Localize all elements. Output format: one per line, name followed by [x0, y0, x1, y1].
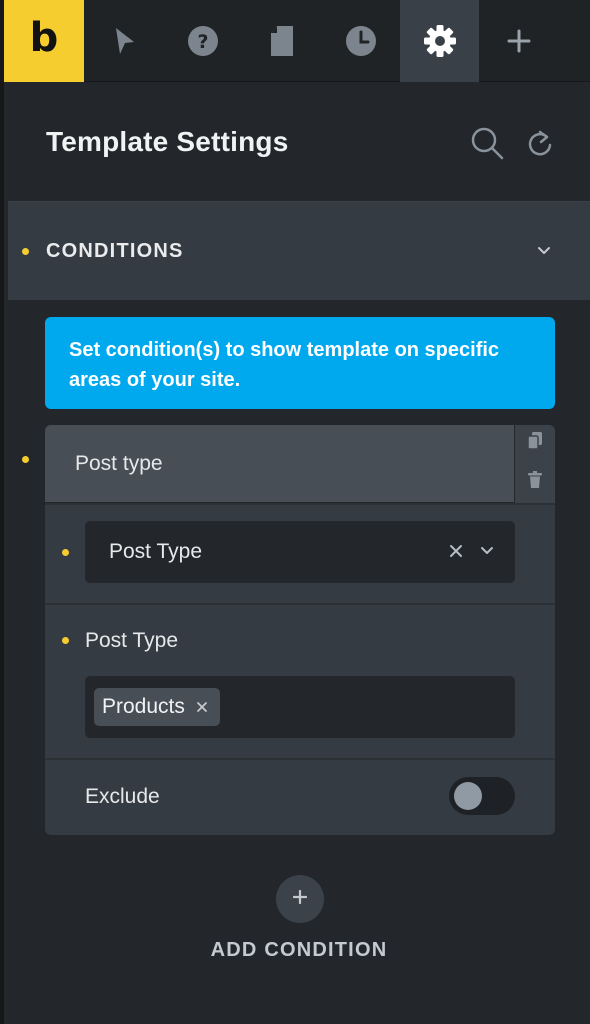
help-icon: ? [187, 25, 219, 57]
add-condition-label[interactable]: ADD CONDITION [4, 939, 590, 962]
page-icon [269, 25, 295, 57]
condition-type-select[interactable]: Post Type [85, 521, 515, 583]
modified-indicator [22, 248, 29, 255]
condition-type-value: Post Type [109, 540, 203, 563]
toolbar-help-button[interactable]: ? [163, 0, 242, 82]
condition-modified-indicator [22, 456, 29, 463]
toolbar-add-button[interactable] [479, 0, 558, 82]
condition-header-label: Post type [75, 452, 163, 475]
logo[interactable]: b [4, 0, 84, 82]
toolbar-page-button[interactable] [242, 0, 321, 82]
post-type-label: Post Type [85, 629, 179, 652]
search-icon[interactable] [470, 126, 504, 165]
exclude-label: Exclude [85, 785, 160, 808]
remove-tag-icon[interactable] [195, 700, 209, 714]
toggle-knob [454, 782, 482, 810]
condition-header[interactable]: Post type [45, 425, 514, 503]
top-toolbar: b ? [4, 0, 590, 82]
refresh-icon[interactable] [526, 128, 554, 163]
field-modified-indicator [62, 637, 69, 644]
info-text: Set condition(s) to show template on spe… [69, 339, 500, 391]
clear-icon[interactable] [448, 543, 464, 564]
history-icon [345, 25, 377, 57]
trash-icon[interactable] [527, 471, 543, 494]
toolbar-settings-button[interactable] [400, 0, 479, 82]
post-type-input[interactable]: Products [85, 676, 515, 738]
gear-icon [423, 24, 457, 58]
divider [45, 603, 555, 605]
panel-header: Template Settings [8, 82, 590, 202]
logo-letter: b [29, 15, 59, 61]
toolbar-history-button[interactable] [321, 0, 400, 82]
section-title: CONDITIONS [46, 240, 184, 262]
conditions-section-header[interactable]: CONDITIONS [8, 202, 590, 300]
plus-icon [291, 888, 309, 911]
select-modified-indicator [62, 549, 69, 556]
duplicate-icon[interactable] [527, 431, 543, 456]
tag-label: Products [102, 695, 185, 718]
info-message: Set condition(s) to show template on spe… [45, 317, 555, 409]
settings-panel: b ? Template Settings CONDITIONS Set con… [0, 0, 590, 1024]
plus-icon [506, 28, 532, 54]
svg-text:?: ? [197, 31, 208, 53]
add-condition-button[interactable] [276, 875, 324, 923]
condition-card: Post type Post Type Post Type Products E… [45, 425, 555, 835]
chevron-down-icon[interactable] [480, 543, 494, 564]
chevron-down-icon[interactable] [536, 244, 552, 262]
exclude-toggle[interactable] [449, 777, 515, 815]
toolbar-pointer-button[interactable] [84, 0, 163, 82]
page-title: Template Settings [46, 126, 289, 157]
pointer-icon [111, 26, 137, 56]
condition-actions [514, 425, 555, 503]
divider [45, 758, 555, 760]
tag-chip: Products [94, 688, 220, 726]
divider [45, 503, 555, 505]
